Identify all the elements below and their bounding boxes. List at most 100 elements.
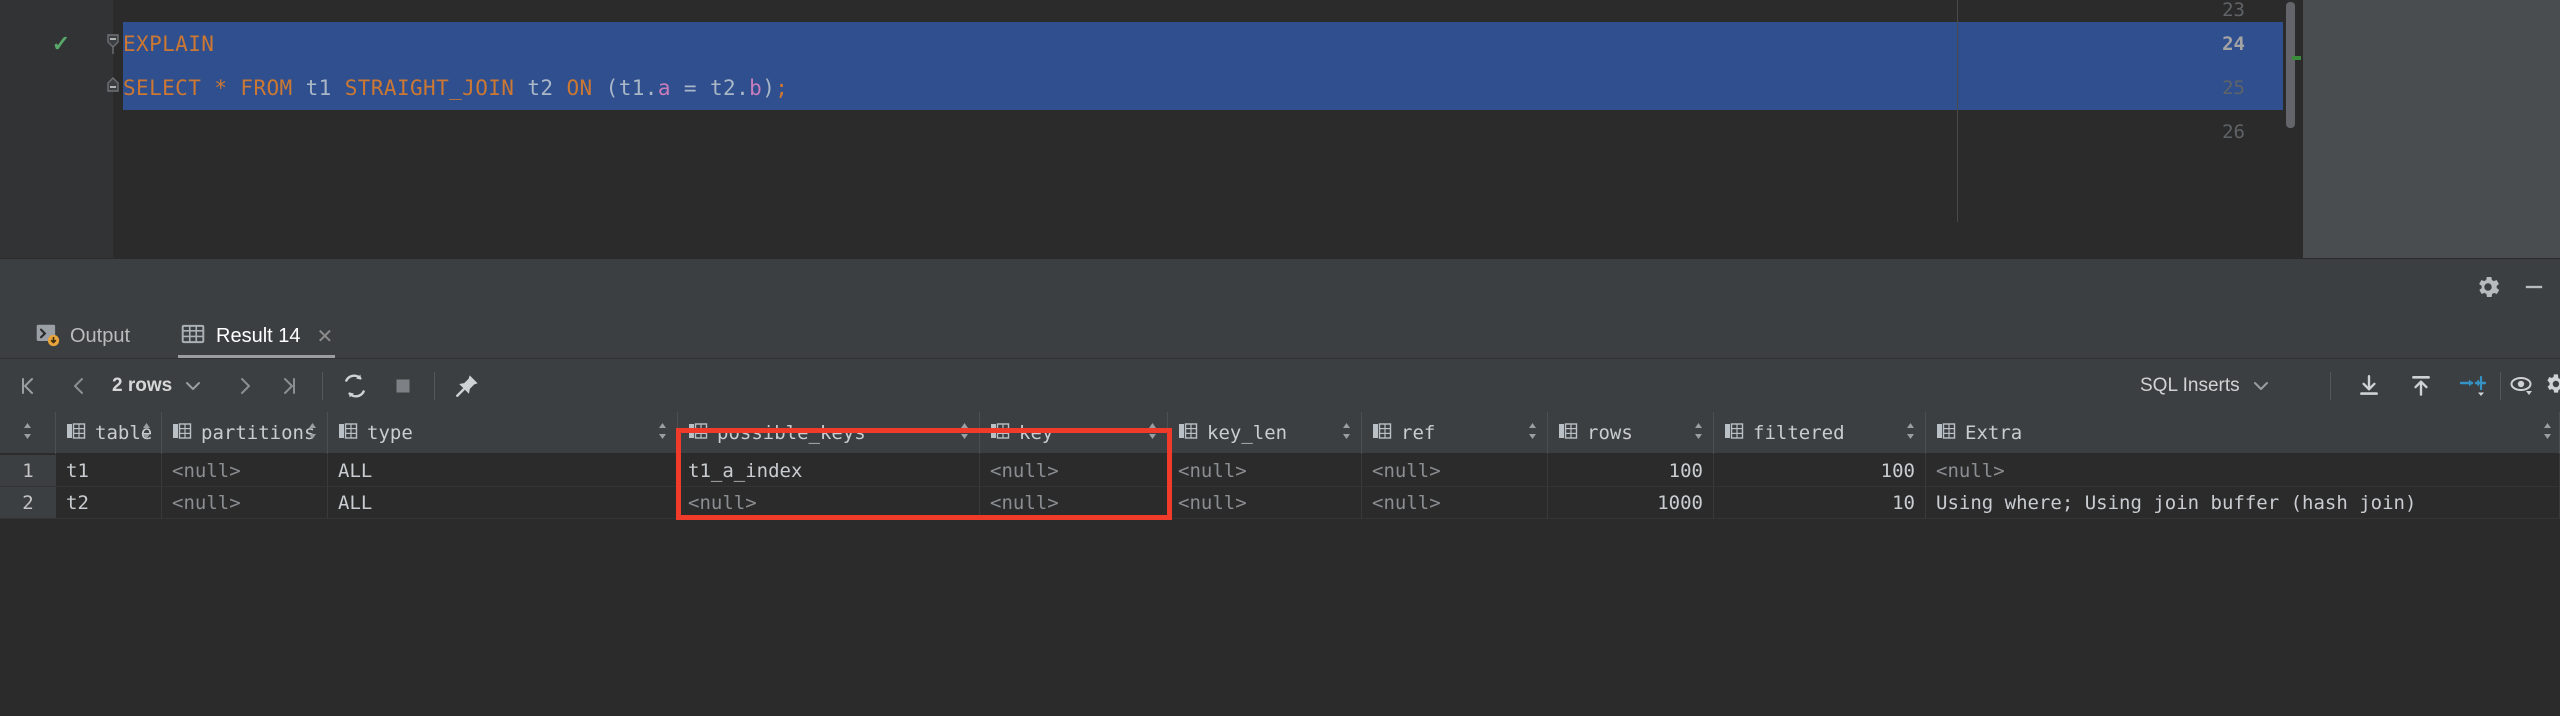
column-header-key[interactable]: key: [980, 412, 1168, 454]
cell-key[interactable]: <null>: [980, 487, 1168, 519]
sort-arrows-icon[interactable]: [1693, 421, 1704, 446]
table-row[interactable]: 2 t2 <null> ALL <null> <null> <null> <null> 1000…: [0, 487, 2560, 519]
output-console-icon: [34, 321, 60, 352]
column-header-label: key_len: [1207, 422, 1288, 444]
sql-token-9: a: [657, 76, 671, 100]
column-header-key_len[interactable]: key_len: [1168, 412, 1362, 454]
fold-marker-line-24[interactable]: [104, 22, 122, 66]
right-margin-guide: [1957, 0, 1958, 222]
pin-icon[interactable]: [450, 369, 484, 403]
code-line-25[interactable]: SELECT * FROM t1 STRAIGHT_JOIN t2 ON (t1…: [123, 66, 788, 110]
cell-Extra[interactable]: <null>: [1926, 455, 2560, 487]
cell-type[interactable]: ALL: [328, 487, 678, 519]
sort-arrows-icon: [22, 421, 33, 446]
refresh-icon[interactable]: [338, 369, 372, 403]
fold-marker-line-25[interactable]: [104, 66, 122, 110]
column-icon: [688, 421, 708, 446]
column-header-possible_keys[interactable]: possible_keys: [678, 412, 980, 454]
cell-partitions[interactable]: <null>: [162, 455, 328, 487]
sort-arrows-icon[interactable]: [307, 421, 318, 446]
cell-rows[interactable]: 100: [1548, 455, 1714, 487]
sql-token-6: t2: [527, 76, 567, 100]
cell-partitions[interactable]: <null>: [162, 487, 328, 519]
cell-key_len[interactable]: <null>: [1168, 455, 1362, 487]
code-line-24[interactable]: EXPLAIN: [123, 22, 214, 66]
cell-possible_keys[interactable]: t1_a_index: [678, 455, 980, 487]
prev-row-icon[interactable]: [62, 369, 96, 403]
gear-icon[interactable]: [2540, 369, 2560, 403]
last-row-icon[interactable]: [272, 369, 306, 403]
table-row[interactable]: 1 t1 <null> ALL t1_a_index <null> <null> <null>…: [0, 455, 2560, 487]
sort-arrows-icon[interactable]: [1905, 421, 1916, 446]
column-icon: [990, 421, 1010, 446]
tool-window-header: [0, 258, 2560, 312]
tab-result-14-label: Result 14: [216, 324, 301, 347]
column-header-ref[interactable]: ref: [1362, 412, 1548, 454]
row-number-header[interactable]: [0, 412, 56, 454]
close-icon[interactable]: ✕: [317, 324, 334, 349]
chevron-down-icon: [185, 360, 201, 412]
column-header-Extra[interactable]: Extra: [1926, 412, 2560, 454]
column-header-table[interactable]: table: [56, 412, 162, 454]
cell-filtered[interactable]: 10: [1714, 487, 1926, 519]
next-row-icon[interactable]: [228, 369, 262, 403]
cell-rows[interactable]: 1000: [1548, 487, 1714, 519]
column-header-label: partitions: [201, 422, 316, 444]
cell-ref[interactable]: <null>: [1362, 487, 1548, 519]
first-row-icon[interactable]: [12, 369, 46, 403]
tabs-divider: [0, 358, 2560, 359]
sql-token-0: SELECT: [123, 76, 215, 100]
column-header-label: key: [1019, 422, 1054, 444]
sql-token-4: t1: [305, 76, 345, 100]
column-icon: [338, 421, 358, 446]
grid-header-overflow-handle[interactable]: [2540, 412, 2560, 454]
import-data-icon[interactable]: [2352, 369, 2386, 403]
tab-result-14[interactable]: Result 14 ✕: [168, 312, 345, 360]
minimize-icon[interactable]: [2520, 273, 2548, 301]
export-data-icon[interactable]: [2404, 369, 2438, 403]
sort-arrows-icon[interactable]: [1527, 421, 1538, 446]
cell-table[interactable]: t2: [56, 487, 162, 519]
sort-arrows-icon[interactable]: [959, 421, 970, 446]
rows-count-dropdown[interactable]: 2 rows: [112, 360, 201, 412]
sort-arrows-icon[interactable]: [1147, 421, 1158, 446]
sql-token-8: (t1.: [592, 76, 658, 100]
column-header-partitions[interactable]: partitions: [162, 412, 328, 454]
grid-header-row: table partitions type possible_keys key key_l…: [0, 412, 2560, 454]
cell-table[interactable]: t1: [56, 455, 162, 487]
result-grid[interactable]: table partitions type possible_keys key key_l…: [0, 412, 2560, 716]
column-icon: [172, 421, 192, 446]
cell-key[interactable]: <null>: [980, 455, 1168, 487]
chevron-down-icon: [2253, 360, 2269, 412]
cell-possible_keys[interactable]: <null>: [678, 487, 980, 519]
selection-highlight-line-24: [123, 22, 2283, 66]
cell-type[interactable]: ALL: [328, 455, 678, 487]
column-header-rows[interactable]: rows: [1548, 412, 1714, 454]
editor-change-marker: [2292, 56, 2301, 60]
cell-Extra[interactable]: Using where; Using join buffer (hash joi…: [1926, 487, 2560, 519]
sql-token-0: EXPLAIN: [123, 32, 215, 56]
gear-icon[interactable]: [2474, 273, 2502, 301]
cell-key_len[interactable]: <null>: [1168, 487, 1362, 519]
editor-text-area[interactable]: 23 24 25 26 ✓ EXPLAIN SELECT * FROM t1 S…: [0, 0, 2303, 258]
sql-token-13: ;: [775, 76, 789, 100]
sql-inserts-dropdown[interactable]: SQL Inserts: [2140, 360, 2269, 412]
result-tabs-bar: Output Result 14 ✕: [0, 312, 2560, 360]
cell-filtered[interactable]: 100: [1714, 455, 1926, 487]
column-header-label: rows: [1587, 422, 1633, 444]
column-header-type[interactable]: type: [328, 412, 678, 454]
sort-arrows-icon[interactable]: [141, 421, 152, 446]
toolbar-separator: [434, 372, 435, 400]
sort-arrows-icon[interactable]: [1341, 421, 1352, 446]
statement-ok-check-icon[interactable]: ✓: [48, 22, 74, 66]
stop-icon[interactable]: [386, 369, 420, 403]
column-icon: [66, 421, 86, 446]
tab-output[interactable]: Output: [22, 312, 142, 360]
editor-scrollbar-thumb[interactable]: [2286, 2, 2295, 128]
column-header-filtered[interactable]: filtered: [1714, 412, 1926, 454]
view-options-icon[interactable]: [2506, 369, 2540, 403]
cell-ref[interactable]: <null>: [1362, 455, 1548, 487]
sql-editor[interactable]: 23 24 25 26 ✓ EXPLAIN SELECT * FROM t1 S…: [0, 0, 2560, 258]
sort-arrows-icon[interactable]: [657, 421, 668, 446]
compare-data-icon[interactable]: [2454, 369, 2494, 403]
